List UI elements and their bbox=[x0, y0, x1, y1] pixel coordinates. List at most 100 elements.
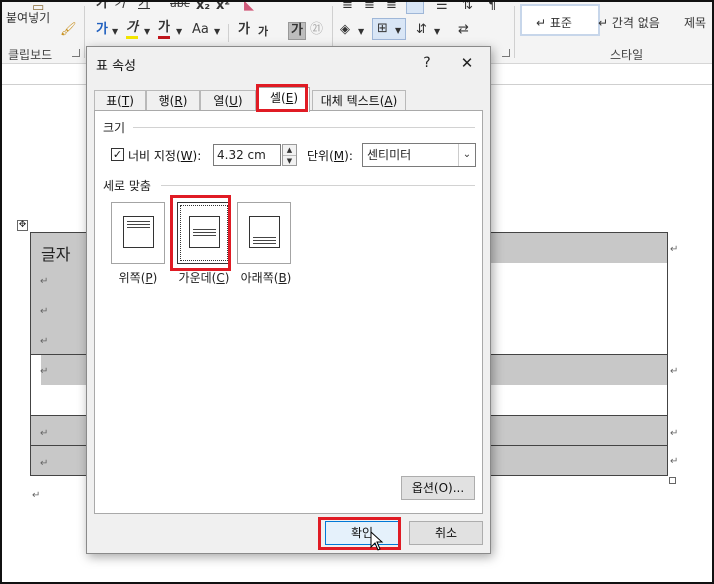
grow-font-button[interactable]: 가 bbox=[238, 22, 250, 38]
italic-button[interactable]: 가 bbox=[114, 0, 126, 12]
dropdown-icon[interactable]: ▼ bbox=[112, 24, 118, 40]
dialog-title: 표 속성 bbox=[96, 59, 137, 74]
shading-icon[interactable]: ◈ bbox=[340, 22, 350, 38]
unit-label-text: 단위 bbox=[307, 149, 330, 163]
dropdown-icon: ▼ bbox=[395, 26, 402, 35]
clipboard-launcher-icon[interactable] bbox=[72, 49, 80, 57]
valign-label-text: 위쪽 bbox=[118, 271, 141, 285]
paragraph-mark: ↵ bbox=[40, 276, 49, 287]
valign-center-button[interactable] bbox=[177, 202, 231, 264]
shrink-font-button[interactable]: 가 bbox=[258, 24, 268, 40]
width-checkbox[interactable]: ✓ bbox=[111, 148, 124, 161]
align-center-icon[interactable]: ≡ bbox=[364, 0, 375, 14]
paragraph-mark: ↵ bbox=[670, 456, 679, 467]
clipboard-group-label: 클립보드 bbox=[8, 48, 53, 62]
unit-label: 단위(M): bbox=[307, 149, 353, 163]
dropdown-icon[interactable]: ▼ bbox=[176, 24, 182, 40]
help-icon[interactable]: ? bbox=[417, 53, 437, 73]
tab-label: 행 bbox=[158, 94, 170, 108]
valign-accesskey: P bbox=[145, 271, 153, 285]
align-right-icon[interactable]: ≡ bbox=[386, 0, 397, 14]
chevron-down-icon[interactable]: ⌄ bbox=[458, 144, 475, 166]
valign-accesskey: B bbox=[278, 271, 287, 285]
size-section-title: 크기 bbox=[103, 121, 126, 135]
char-shading-button[interactable]: 가 bbox=[288, 22, 306, 40]
section-divider bbox=[133, 127, 475, 128]
paragraph-mark: ↵ bbox=[40, 428, 49, 439]
paragraph-mark: ↵ bbox=[670, 244, 679, 255]
subscript-button[interactable]: x₂ bbox=[196, 0, 210, 14]
tab-label: 대체 텍스트 bbox=[320, 94, 380, 108]
spin-down-icon[interactable]: ▼ bbox=[283, 155, 296, 165]
table-resize-handle[interactable] bbox=[669, 477, 676, 484]
underline-button[interactable]: 가 bbox=[138, 0, 150, 12]
borders-button[interactable]: ⊞ ▼ bbox=[372, 18, 406, 40]
char-shading-label: 가 bbox=[291, 23, 303, 38]
table-move-handle-icon[interactable]: ✥ bbox=[17, 220, 28, 231]
width-checkbox-label: 너비 지정(W): bbox=[128, 149, 202, 163]
cell-tab-panel: 크기 ✓ 너비 지정(W): 4.32 cm ▲ ▼ 단위(M): 센티미터 ⌄… bbox=[94, 110, 483, 514]
unit-select-value: 센티미터 bbox=[367, 148, 412, 162]
text-direction-icon[interactable]: ⇵ bbox=[416, 22, 427, 38]
section-divider bbox=[161, 185, 475, 186]
valign-top-button[interactable] bbox=[111, 202, 165, 264]
enclose-char-button[interactable]: ㉑ bbox=[310, 22, 323, 38]
ok-button[interactable]: 확인 bbox=[325, 521, 399, 545]
spin-up-icon[interactable]: ▲ bbox=[283, 145, 296, 155]
format-painter-icon[interactable]: 🖌 bbox=[60, 22, 77, 38]
tab-accesskey: E bbox=[285, 91, 294, 105]
asian-layout-icon[interactable]: ⇄ bbox=[458, 22, 469, 38]
ribbon-separator bbox=[514, 6, 515, 58]
sort-icon[interactable]: ⇅ bbox=[462, 0, 473, 14]
tab-column[interactable]: 열(U) bbox=[200, 90, 256, 111]
eraser-icon[interactable]: ◣ bbox=[244, 0, 254, 14]
mouse-cursor-icon bbox=[370, 531, 384, 551]
width-input[interactable]: 4.32 cm bbox=[213, 144, 281, 166]
valign-center-label: 가운데(C) bbox=[178, 271, 230, 285]
valign-section-title: 세로 맞춤 bbox=[103, 179, 151, 193]
change-case-button[interactable]: Aa bbox=[192, 22, 209, 38]
line-spacing-icon[interactable]: ☰ bbox=[436, 0, 448, 14]
highlight-button[interactable]: 가 bbox=[126, 20, 138, 39]
width-accesskey: W bbox=[180, 149, 193, 163]
tab-cell[interactable]: 셀(E) bbox=[258, 87, 310, 112]
paste-button[interactable]: 붙여넣기 bbox=[6, 10, 50, 26]
paragraph-launcher-icon[interactable] bbox=[502, 49, 510, 57]
table-properties-dialog: 표 속성 ? ✕ 표(T) 행(R) 열(U) 셀(E) 대체 텍스트(A) 크… bbox=[86, 46, 491, 554]
valign-accesskey: C bbox=[216, 271, 225, 285]
paragraph-mark: ↵ bbox=[40, 336, 49, 347]
dropdown-icon[interactable]: ▼ bbox=[214, 24, 220, 40]
width-spinner[interactable]: ▲ ▼ bbox=[282, 144, 297, 166]
paragraph-mark: ↵ bbox=[40, 458, 49, 469]
paragraph-mark: ↵ bbox=[670, 366, 679, 377]
dropdown-icon[interactable]: ▼ bbox=[434, 24, 440, 40]
tab-label: 열 bbox=[213, 94, 225, 108]
cancel-button[interactable]: 취소 bbox=[409, 521, 483, 545]
tab-label: 셀 bbox=[269, 91, 282, 105]
valign-bottom-button[interactable] bbox=[237, 202, 291, 264]
close-icon[interactable]: ✕ bbox=[455, 53, 479, 73]
tab-row[interactable]: 행(R) bbox=[146, 90, 200, 111]
unit-accesskey: M bbox=[333, 149, 345, 163]
justify-button[interactable] bbox=[406, 0, 424, 14]
unit-select[interactable]: 센티미터 ⌄ bbox=[362, 143, 476, 167]
font-color-button[interactable]: 가 bbox=[158, 20, 170, 39]
options-button[interactable]: 옵션(O)... bbox=[401, 476, 475, 500]
strikethrough-button[interactable]: abc bbox=[170, 0, 190, 12]
style-normal-label: ↵ 표준 bbox=[536, 16, 572, 30]
paragraph-mark: ↵ bbox=[670, 428, 679, 439]
dropdown-icon[interactable]: ▼ bbox=[144, 24, 150, 40]
tab-alt-text[interactable]: 대체 텍스트(A) bbox=[312, 90, 406, 111]
tab-table[interactable]: 표(T) bbox=[94, 90, 146, 111]
bold-button[interactable]: 가 bbox=[96, 0, 108, 12]
show-marks-icon[interactable]: ¶ bbox=[488, 0, 496, 14]
dropdown-icon[interactable]: ▼ bbox=[358, 24, 364, 40]
text-effect-button[interactable]: 가 bbox=[96, 22, 108, 38]
superscript-button[interactable]: x² bbox=[216, 0, 230, 14]
align-center-icon bbox=[189, 216, 220, 248]
style-heading[interactable]: 제목 bbox=[684, 14, 706, 31]
style-no-spacing[interactable]: ↵ 간격 없음 bbox=[598, 14, 660, 31]
valign-label-text: 가운데 bbox=[178, 271, 212, 285]
align-left-icon[interactable]: ≡ bbox=[342, 0, 353, 14]
paragraph-mark: ↵ bbox=[40, 306, 49, 317]
